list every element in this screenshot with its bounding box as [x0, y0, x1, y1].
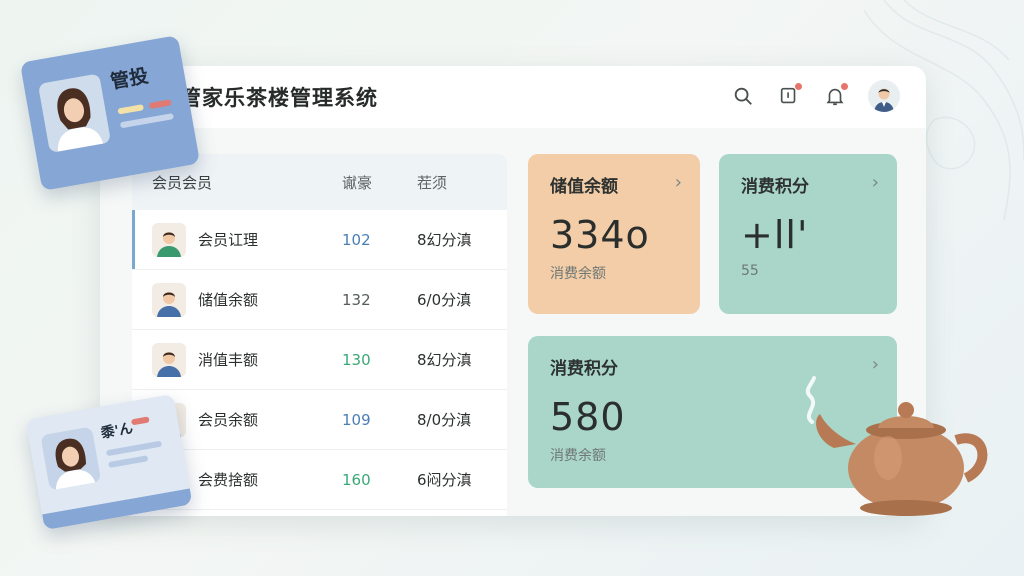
id-line [148, 99, 172, 110]
table-row[interactable]: 会员讧理 102 8幻分滇 [132, 210, 507, 270]
column-header-name[interactable]: 会员会员 [132, 172, 342, 193]
cell-value: 102 [342, 230, 371, 249]
id-line [108, 455, 149, 469]
card-value: +ll' [741, 213, 809, 257]
id-card-name: 管投 [108, 64, 151, 94]
id-line [117, 104, 145, 115]
table-row[interactable]: 会员余额 109 8/0分滇 [132, 390, 507, 450]
points-card[interactable]: 消费积分 › +ll' 55 [719, 154, 897, 314]
woman-avatar-icon [55, 438, 96, 490]
chevron-right-icon: › [871, 172, 879, 193]
message-button[interactable] [776, 83, 802, 109]
column-header-points[interactable]: 茬须 [417, 172, 507, 193]
header-icons [730, 80, 900, 112]
id-photo [37, 73, 112, 154]
user-avatar[interactable] [868, 80, 900, 112]
member-name: 会员讧理 [198, 231, 259, 249]
card-value: 334o [550, 213, 650, 257]
app-title: 管家乐茶楼管理系统 [180, 86, 378, 110]
member-name: 储值余额 [198, 291, 259, 309]
table-row[interactable]: 揆闽荠额1425/0分滇 [132, 510, 507, 516]
titlebar: 管家乐茶楼管理系统 [100, 66, 926, 128]
cell-member-name: 会员讧理 [132, 222, 342, 257]
woman-avatar-icon [57, 88, 104, 152]
id-card-name: 黍'ん [99, 420, 135, 442]
message-badge-dot [795, 83, 802, 90]
card-title: 消费积分 [741, 177, 809, 197]
member-table: 会员会员 谳豪 茬须 会员讧理 102 8幻分滇 储值余额 132 6/0分滇 消值丰额 13… [132, 154, 507, 516]
id-photo [40, 426, 102, 491]
card-title: 储值余额 [550, 177, 618, 197]
member-id-card: 管投 [19, 35, 201, 191]
cell-value: 109 [342, 410, 371, 429]
cell-value: 160 [342, 470, 371, 489]
teapot-icon [816, 402, 988, 516]
cell-points: 8幻分滇 [417, 351, 472, 369]
cell-member-name: 储值余额 [132, 282, 342, 317]
notification-badge-dot [841, 83, 848, 90]
cell-points: 8幻分滇 [417, 231, 472, 249]
table-body: 会员讧理 102 8幻分滇 储值余额 132 6/0分滇 消值丰额 130 8幻分滇 会员余额 10… [132, 210, 507, 516]
search-icon [734, 87, 752, 105]
stored-value-card[interactable]: 储值余额 › 334o 消费余额 [528, 154, 700, 314]
id-line [119, 113, 175, 129]
member-avatar-icon [152, 222, 186, 257]
search-button[interactable] [730, 83, 756, 109]
table-row[interactable]: 消值丰额 130 8幻分滇 [132, 330, 507, 390]
cell-points: 8/0分滇 [417, 411, 472, 429]
cell-value: 130 [342, 350, 371, 369]
member-name: 消值丰额 [198, 351, 259, 369]
cell-points: 6闷分滇 [417, 471, 472, 489]
member-avatar-icon [152, 342, 186, 377]
member-avatar-icon [152, 282, 186, 317]
notification-button[interactable] [822, 83, 848, 109]
cell-value: 132 [342, 290, 371, 309]
id-line [105, 440, 163, 457]
member-name: 会费捨额 [198, 471, 259, 489]
member-name: 会员余额 [198, 411, 259, 429]
cell-member-name: 消值丰额 [132, 342, 342, 377]
table-row[interactable]: 储值余额 132 6/0分滇 [132, 270, 507, 330]
column-header-value[interactable]: 谳豪 [342, 172, 417, 193]
chevron-right-icon: › [674, 172, 682, 193]
card-subtitle: 消费余额 [550, 266, 606, 282]
card-subtitle: 55 [741, 263, 759, 279]
cell-points: 6/0分滇 [417, 291, 472, 309]
id-line [130, 416, 150, 426]
user-avatar-icon [868, 80, 900, 112]
